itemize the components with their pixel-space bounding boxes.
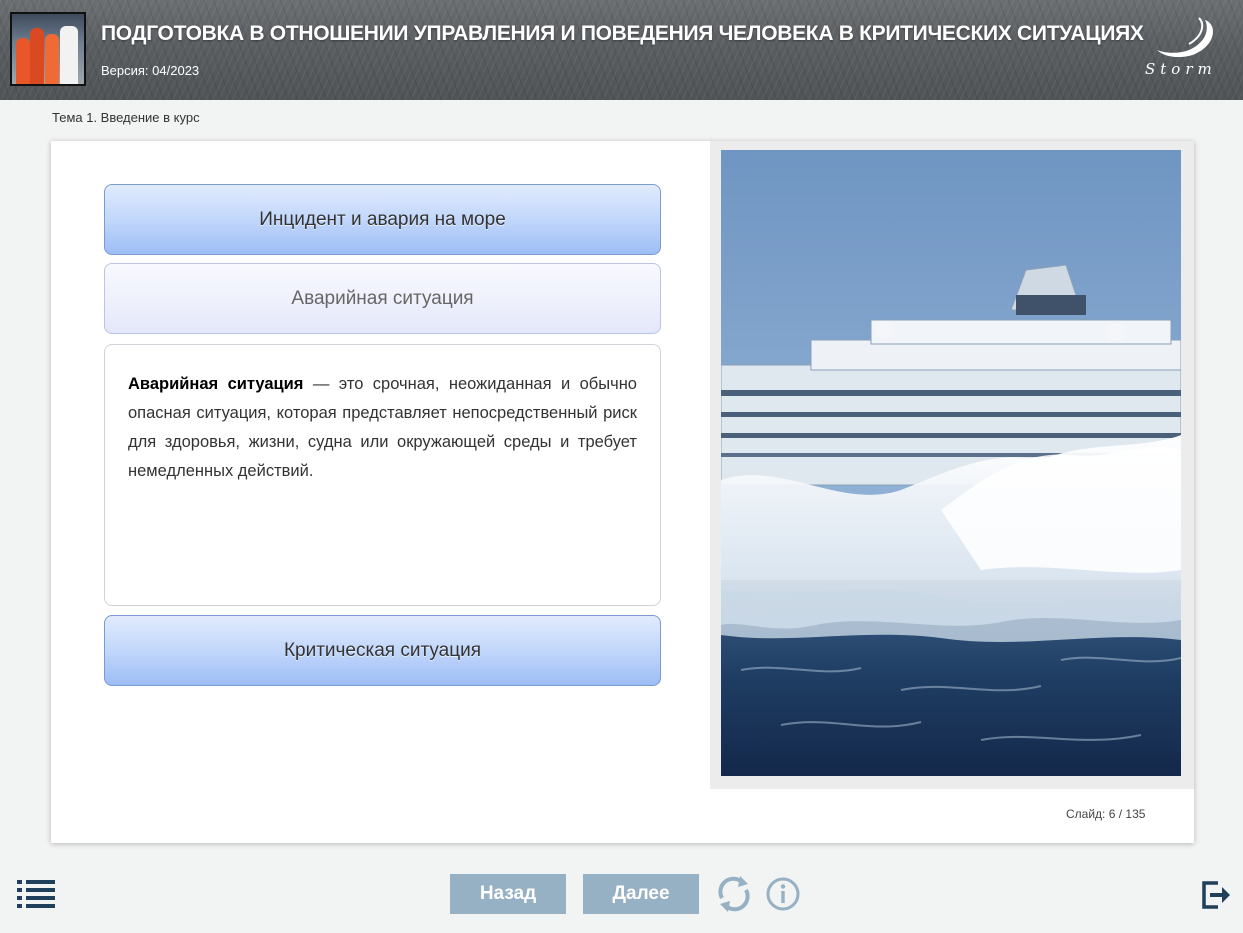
illustration-frame bbox=[710, 141, 1194, 789]
exit-icon[interactable] bbox=[1201, 880, 1231, 910]
course-header: ПОДГОТОВКА В ОТНОШЕНИИ УПРАВЛЕНИЯ И ПОВЕ… bbox=[0, 0, 1243, 100]
refresh-icon[interactable] bbox=[714, 874, 754, 914]
accordion-item-label: Инцидент и авария на море bbox=[259, 208, 506, 230]
slide-card: Инцидент и авария на море Аварийная ситу… bbox=[51, 141, 1194, 843]
storm-logo-text: Storm bbox=[1145, 60, 1217, 78]
list-icon[interactable] bbox=[17, 880, 55, 908]
slide-counter: Слайд: 6 / 135 bbox=[1066, 807, 1146, 821]
breadcrumb: Тема 1. Введение в курс bbox=[52, 110, 200, 125]
cruise-ship-storm-image bbox=[721, 150, 1181, 776]
back-button[interactable]: Назад bbox=[450, 874, 566, 914]
definition-term: Аварийная ситуация bbox=[128, 375, 304, 393]
next-button[interactable]: Далее bbox=[583, 874, 699, 914]
info-icon[interactable] bbox=[765, 876, 801, 912]
course-version: Версия: 04/2023 bbox=[101, 63, 200, 78]
accordion-item-label: Аварийная ситуация bbox=[291, 287, 474, 309]
definition-text: Аварийная ситуация — это срочная, неожид… bbox=[128, 370, 637, 486]
accordion-item-label: Критическая ситуация bbox=[283, 639, 482, 661]
accordion-item-emergency[interactable]: Аварийная ситуация bbox=[104, 263, 661, 334]
course-thumbnail bbox=[10, 12, 86, 86]
course-title: ПОДГОТОВКА В ОТНОШЕНИИ УПРАВЛЕНИЯ И ПОВЕ… bbox=[101, 22, 1144, 45]
accordion-item-critical[interactable]: Критическая ситуация bbox=[104, 615, 661, 686]
accordion-content-emergency: Аварийная ситуация — это срочная, неожид… bbox=[104, 344, 661, 606]
accordion-item-incident[interactable]: Инцидент и авария на море bbox=[104, 184, 661, 255]
